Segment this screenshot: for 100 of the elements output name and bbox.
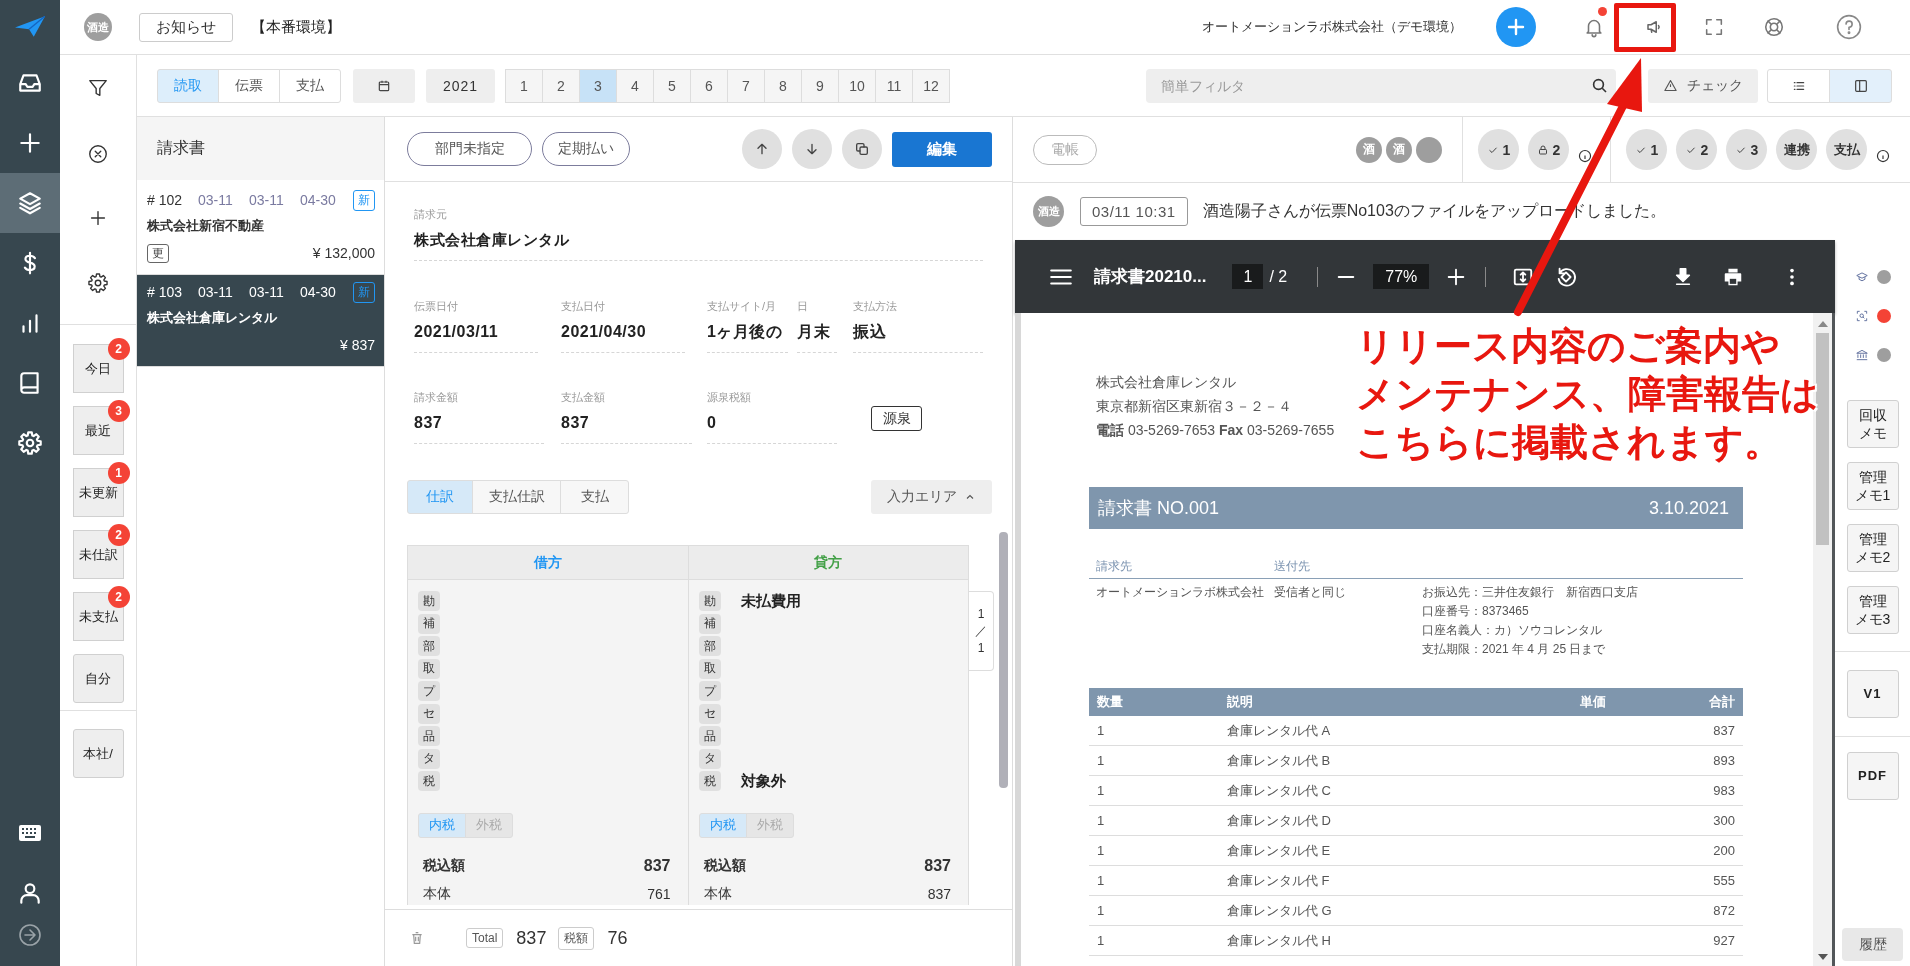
user-icon[interactable]	[17, 880, 43, 906]
keyboard-icon[interactable]	[19, 825, 41, 841]
month-button[interactable]: 12	[912, 68, 950, 103]
settings-icon[interactable]	[87, 272, 109, 294]
status-button[interactable]: 支払	[1826, 129, 1867, 170]
clear-icon[interactable]	[87, 143, 109, 165]
memo-button[interactable]: 管理メモ3	[1846, 586, 1899, 634]
help-icon[interactable]	[1836, 14, 1862, 40]
filter-chip[interactable]: 部門未指定	[407, 132, 532, 166]
month-button[interactable]: 5	[653, 68, 691, 103]
table-cell-text: 927	[1712, 933, 1735, 948]
branch-filter-button[interactable]: 本社/	[72, 729, 124, 778]
new-badge: 新	[353, 281, 375, 303]
invoice-date: 04-30	[300, 284, 337, 300]
scroll-up-icon[interactable]	[1817, 321, 1828, 327]
zoom-input-field[interactable]: 77%	[1373, 264, 1430, 289]
quick-filter-button[interactable]: 未支払 2	[72, 586, 130, 641]
fullscreen-icon[interactable]	[1703, 16, 1725, 38]
scan-icon[interactable]	[1854, 308, 1869, 323]
month-button[interactable]: 4	[616, 68, 654, 103]
quick-filter-button[interactable]: 今日 2	[72, 338, 130, 393]
scrollbar-thumb[interactable]	[999, 532, 1008, 788]
lifebuoy-icon[interactable]	[1763, 16, 1785, 38]
input-area-button[interactable]: 入力エリア	[871, 480, 992, 514]
bank-icon[interactable]	[1854, 347, 1869, 362]
approval-button[interactable]: 3	[1726, 129, 1767, 170]
table-cell-text: 200	[1712, 843, 1735, 858]
memo-button[interactable]: 管理メモ1	[1846, 462, 1899, 510]
logo-icon[interactable]	[15, 16, 45, 37]
trash-icon[interactable]	[409, 930, 425, 946]
month-button[interactable]: 11	[875, 68, 913, 103]
sum-value: 761	[647, 885, 671, 902]
panel-view-button[interactable]	[1829, 68, 1892, 103]
month-button[interactable]: 1	[505, 68, 543, 103]
megaphone-icon[interactable]	[1645, 18, 1663, 36]
mode-tab[interactable]: 支払	[279, 68, 341, 103]
arrow-right-circle-icon[interactable]	[18, 923, 42, 947]
nav-button[interactable]	[0, 173, 60, 233]
memo-button[interactable]: 管理メモ2	[1846, 524, 1899, 572]
withholding-button[interactable]: 源泉	[871, 406, 922, 431]
copy-button[interactable]	[842, 129, 882, 169]
invoice-list-item[interactable]: # 103 03-11 03-11 04-30 新 株式会社倉庫レンタル ¥ 837	[137, 275, 384, 367]
check-button[interactable]: チェック	[1648, 68, 1758, 103]
month-button[interactable]: 9	[801, 68, 839, 103]
month-button[interactable]: 3	[579, 68, 617, 103]
month-button[interactable]: 6	[690, 68, 728, 103]
search-icon[interactable]	[1591, 76, 1609, 95]
memo-button[interactable]: 回収メモ	[1846, 400, 1899, 448]
info-icon[interactable]	[1578, 148, 1592, 163]
field-tag: プ	[698, 681, 721, 702]
add-button[interactable]	[1496, 7, 1536, 47]
scroll-down-icon[interactable]	[1817, 954, 1828, 960]
table-cell-text: 倉庫レンタル代 C	[1227, 781, 1332, 800]
search-field[interactable]: 簡単フィルタ	[1146, 68, 1616, 103]
journal-tab[interactable]: 支払仕訳	[472, 480, 561, 514]
tax-label: 税額	[558, 926, 595, 950]
field-value: 振込	[853, 321, 983, 353]
lock-button[interactable]: 2	[1528, 129, 1569, 170]
status-button[interactable]: 連携	[1776, 129, 1817, 170]
field-label: 支払サイト/月	[707, 299, 778, 313]
journal-tab[interactable]: 支払	[560, 480, 629, 514]
field-tag: 勘	[418, 591, 440, 612]
quick-filter-button[interactable]: 未更新 1	[72, 462, 130, 517]
field-tag: タ	[698, 748, 721, 769]
move-up-button[interactable]	[742, 129, 782, 169]
mode-tab[interactable]: 伝票	[218, 68, 280, 103]
payment-info-line: 口座番号：8373465	[1422, 603, 1529, 620]
month-button[interactable]: 2	[542, 68, 580, 103]
page-input-field[interactable]: 1	[1232, 264, 1264, 289]
rotate-icon[interactable]	[1555, 265, 1578, 288]
approval-button[interactable]: 1	[1478, 129, 1519, 170]
field-tag: 補	[698, 613, 721, 634]
month-button[interactable]: 8	[764, 68, 802, 103]
month-button[interactable]: 7	[727, 68, 765, 103]
quick-filter-button[interactable]: 最近 3	[72, 400, 130, 455]
calendar-button[interactable]	[353, 68, 415, 103]
scrollbar-thumb[interactable]	[1816, 333, 1829, 545]
history-button[interactable]: 履歴	[1842, 928, 1903, 961]
field-tag: セ	[418, 703, 440, 724]
filter-chip[interactable]: 定期払い	[542, 132, 630, 166]
approval-button[interactable]: 2	[1676, 129, 1717, 170]
move-down-button[interactable]	[792, 129, 832, 169]
quick-filter-button[interactable]: 自分	[72, 654, 124, 703]
pdf-button[interactable]: PDF	[1846, 752, 1899, 800]
field-label: 支払金額	[561, 390, 606, 404]
filter-icon[interactable]	[87, 77, 109, 99]
pdf-title: 請求書20210...	[1094, 266, 1207, 288]
quick-filter-button[interactable]: 未仕訳 2	[72, 524, 130, 579]
field-label: 支払日付	[561, 299, 606, 313]
version-button[interactable]: V1	[1846, 670, 1899, 718]
year-button[interactable]: 2021	[426, 68, 495, 103]
edit-button[interactable]: 編集	[892, 131, 992, 167]
notice-button[interactable]: お知らせ	[139, 12, 233, 42]
approval-button[interactable]: 1	[1626, 129, 1667, 170]
info-icon[interactable]	[1876, 148, 1890, 163]
column-header: 説明	[1227, 693, 1254, 711]
field-label: 源泉税額	[707, 390, 752, 404]
month-button[interactable]: 10	[838, 68, 876, 103]
graduation-cap-icon[interactable]	[1854, 269, 1869, 284]
sum-label: 本体	[703, 884, 732, 903]
